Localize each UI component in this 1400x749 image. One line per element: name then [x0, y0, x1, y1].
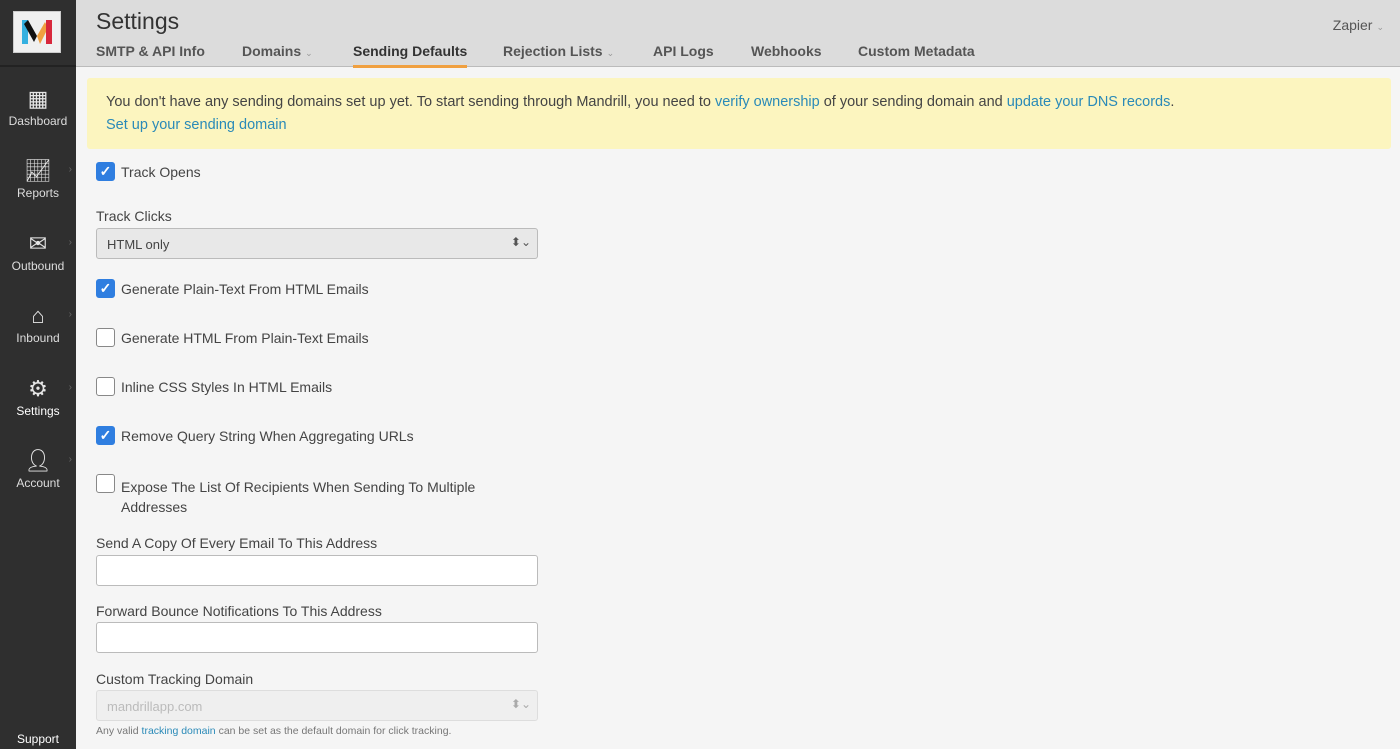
inline-css-checkbox[interactable] [96, 377, 115, 396]
sidebar-item-outbound[interactable]: ✉ › Outbound [0, 231, 76, 273]
envelope-icon: ✉ [28, 231, 48, 256]
tracking-domain-label: Custom Tracking Domain [96, 671, 254, 687]
chevron-right-icon: › [68, 309, 72, 320]
generate-html-checkbox[interactable] [96, 328, 115, 347]
track-opens-checkbox[interactable]: ✓ [96, 162, 115, 181]
tab-sending-defaults[interactable]: Sending Defaults [353, 43, 468, 68]
select-arrows-icon: ⬍⌄ [510, 697, 531, 711]
update-dns-link[interactable]: update your DNS records [1007, 94, 1171, 110]
sidebar: ▦ Dashboard 📈︎ › Reports ✉ › Outbound ⌂ › Inbou… [0, 0, 76, 749]
chevron-down-icon: ⌄ [1376, 22, 1384, 32]
support-link[interactable]: Support [0, 732, 76, 746]
generate-plain-text-checkbox[interactable]: ✓ [96, 279, 115, 298]
tab-custom-metadata[interactable]: Custom Metadata [858, 43, 975, 65]
generate-html-option[interactable]: Generate HTML From Plain-Text Emails [96, 328, 369, 347]
track-clicks-label: Track Clicks [96, 208, 172, 224]
tab-webhooks[interactable]: Webhooks [751, 43, 822, 65]
sidebar-divider [0, 65, 76, 67]
gear-icon: ⚙ [28, 376, 48, 401]
chevron-right-icon: › [68, 164, 72, 175]
no-domains-alert: You don't have any sending domains set u… [87, 78, 1391, 149]
sidebar-item-dashboard[interactable]: ▦ Dashboard [0, 86, 76, 128]
tracking-domain-link[interactable]: tracking domain [142, 725, 216, 737]
select-arrows-icon: ⬍⌄ [510, 235, 531, 249]
tracking-domain-select[interactable]: mandrillapp.com ⬍⌄ [96, 690, 538, 721]
expose-recipients-option[interactable]: Expose The List Of Recipients When Sendi… [96, 474, 516, 517]
copy-address-label: Send A Copy Of Every Email To This Addre… [96, 535, 378, 551]
tab-api-logs[interactable]: API Logs [653, 43, 714, 65]
setup-domain-link[interactable]: Set up your sending domain [106, 117, 287, 133]
chevron-down-icon: ⌄ [305, 48, 313, 58]
inbox-icon: ⌂ [31, 303, 45, 328]
grid-icon: ▦ [27, 86, 49, 111]
track-opens-option[interactable]: ✓ Track Opens [96, 162, 201, 181]
chevron-right-icon: › [68, 382, 72, 393]
mandrill-logo[interactable] [13, 11, 61, 53]
chevron-right-icon: › [68, 454, 72, 465]
track-clicks-select[interactable]: HTML only ⬍⌄ [96, 228, 538, 259]
tab-smtp-api-info[interactable]: SMTP & API Info [96, 43, 205, 65]
tab-domains[interactable]: Domains ⌄ [242, 43, 313, 65]
user-menu[interactable]: Zapier ⌄ [1333, 17, 1384, 33]
expose-recipients-checkbox[interactable] [96, 474, 115, 493]
sidebar-item-settings[interactable]: ⚙ › Settings [0, 376, 76, 418]
sidebar-item-inbound[interactable]: ⌂ › Inbound [0, 303, 76, 345]
chart-icon: 📈︎ [24, 158, 52, 183]
tab-rejection-lists[interactable]: Rejection Lists ⌄ [503, 43, 614, 65]
verify-ownership-link[interactable]: verify ownership [715, 94, 820, 110]
sidebar-item-account[interactable]: 👤︎ › Account [0, 448, 76, 490]
bounce-address-label: Forward Bounce Notifications To This Add… [96, 603, 382, 619]
chevron-right-icon: › [68, 237, 72, 248]
chevron-down-icon: ⌄ [606, 48, 615, 58]
generate-plain-text-option[interactable]: ✓ Generate Plain-Text From HTML Emails [96, 279, 369, 298]
inline-css-option[interactable]: Inline CSS Styles In HTML Emails [96, 377, 332, 396]
remove-query-string-option[interactable]: ✓ Remove Query String When Aggregating UR… [96, 426, 414, 445]
user-icon: 👤︎ [24, 448, 52, 473]
page-title: Settings [96, 8, 180, 34]
copy-address-input[interactable] [96, 555, 538, 586]
sidebar-item-reports[interactable]: 📈︎ › Reports [0, 158, 76, 200]
bounce-address-input[interactable] [96, 622, 538, 653]
header: Settings Zapier ⌄ SMTP & API Info Domains… [76, 0, 1400, 68]
tracking-domain-help: Any valid tracking domain can be set as … [96, 725, 452, 737]
remove-query-string-checkbox[interactable]: ✓ [96, 426, 115, 445]
